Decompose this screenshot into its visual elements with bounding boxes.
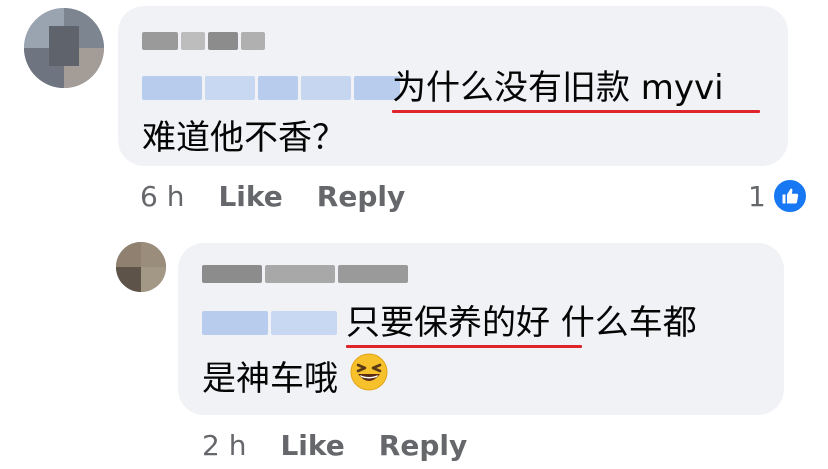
comment-meta: 6 h Like Reply	[140, 176, 405, 216]
avatar[interactable]	[116, 242, 166, 292]
like-button[interactable]: Like	[218, 180, 282, 213]
grinning-squinting-face-icon	[349, 352, 389, 410]
reaction-count-number: 1	[748, 179, 766, 213]
author-name-blurred[interactable]	[202, 265, 408, 283]
comment-text-line-2-text: 是神车哦	[202, 359, 338, 399]
reply-button[interactable]: Reply	[379, 429, 467, 462]
comment-meta: 2 h Like Reply	[202, 425, 467, 465]
highlight-underline	[346, 345, 582, 348]
reaction-count[interactable]: 1	[748, 176, 808, 216]
comment-bubble: 为什么没有旧款 myvi 难道他不香？	[118, 6, 788, 166]
thumbs-up-icon	[771, 178, 808, 214]
comment-bubble: 只要保养的好 什么车都 是神车哦	[178, 243, 784, 415]
comment-text-line-1: 只要保养的好 什么车都	[346, 303, 697, 343]
like-button[interactable]: Like	[280, 429, 344, 462]
avatar[interactable]	[24, 8, 104, 88]
mention-tag-blurred[interactable]	[202, 311, 337, 335]
mention-tag-blurred[interactable]	[142, 76, 400, 100]
comment-text-line-1: 为什么没有旧款 myvi	[392, 68, 724, 108]
timestamp[interactable]: 2 h	[202, 429, 246, 462]
comment-text-line-2: 难道他不香？	[142, 118, 346, 158]
author-name-blurred[interactable]	[142, 32, 265, 50]
reply-button[interactable]: Reply	[317, 180, 405, 213]
comment-text-line-2: 是神车哦	[202, 350, 389, 410]
timestamp[interactable]: 6 h	[140, 180, 184, 213]
highlight-underline	[392, 110, 760, 113]
